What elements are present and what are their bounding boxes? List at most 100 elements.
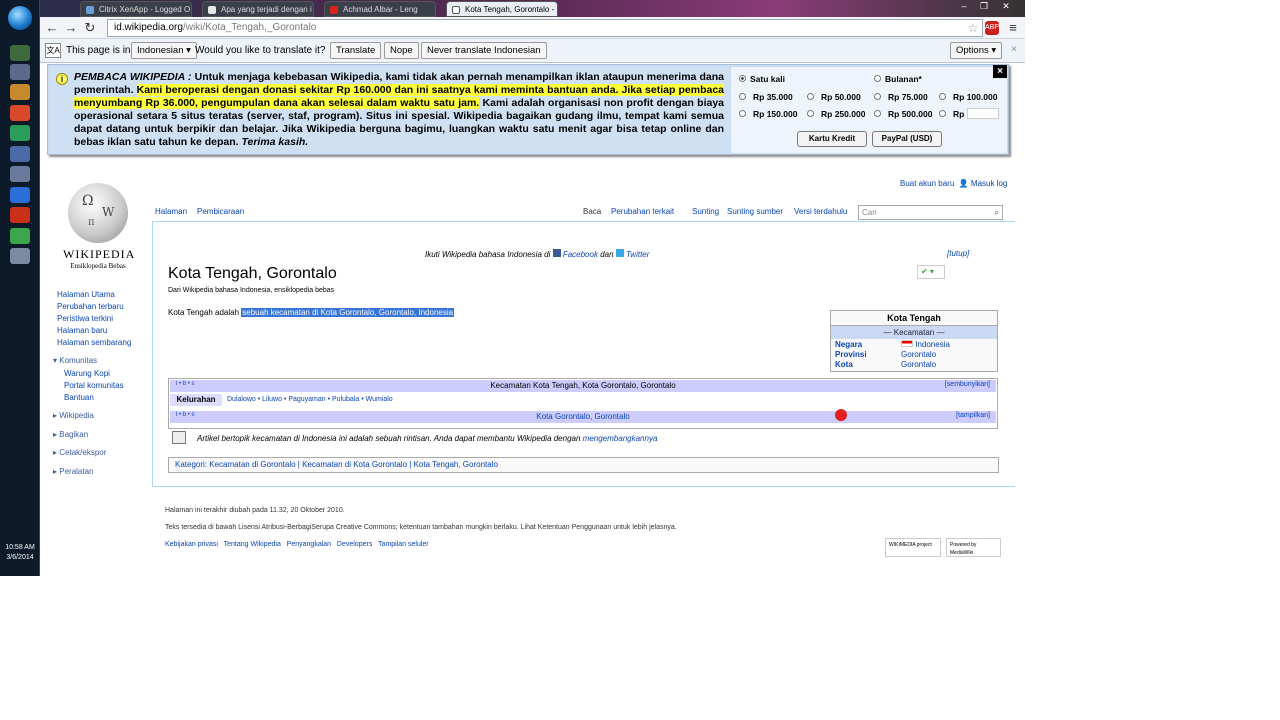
- tab-article[interactable]: Halaman: [155, 207, 187, 216]
- lead-selected-text[interactable]: sebuah kecamatan di Kota Gorontalo, Goro…: [241, 308, 455, 317]
- maximize-icon[interactable]: ❐: [976, 0, 992, 12]
- minimize-icon[interactable]: –: [956, 0, 972, 12]
- infobox-value[interactable]: Indonesia: [915, 340, 950, 349]
- tab-edit[interactable]: Sunting: [692, 207, 719, 216]
- sidebar-tools-heading[interactable]: ▸ Peralatan: [53, 467, 94, 476]
- category-link[interactable]: Kota Tengah, Gorontalo: [414, 460, 498, 469]
- radio-amount[interactable]: [807, 93, 814, 100]
- radio-amount[interactable]: [874, 110, 881, 117]
- tab-read[interactable]: Baca: [583, 207, 601, 216]
- sidebar-community-heading[interactable]: ▾ Komunitas: [53, 356, 97, 365]
- sidebar-wikipedia-heading[interactable]: ▸ Wikipedia: [53, 411, 94, 420]
- address-bar[interactable]: id.wikipedia.org/wiki/Kota_Tengah,_Goron…: [107, 19, 983, 37]
- taskbar-app-icon[interactable]: [10, 125, 30, 141]
- footer-mobile-link[interactable]: Tampilan seluler: [378, 541, 429, 548]
- create-account-link[interactable]: Buat akun baru: [900, 179, 954, 188]
- sidebar-new-pages[interactable]: Halaman baru: [57, 326, 107, 335]
- footer-about-link[interactable]: Tentang Wikipedia: [224, 541, 281, 548]
- language-select[interactable]: Indonesian ▾: [131, 42, 197, 59]
- sidebar-recent-changes[interactable]: Perubahan terbaru: [57, 302, 124, 311]
- close-notice-link[interactable]: [tutup]: [947, 249, 969, 258]
- nope-button[interactable]: Nope: [384, 42, 419, 59]
- navbox-list[interactable]: Dulalowo • Liluwo • Paguyaman • Pulubala…: [227, 396, 393, 403]
- login-link[interactable]: Masuk log: [971, 179, 1007, 188]
- never-translate-button[interactable]: Never translate Indonesian: [421, 42, 547, 59]
- browser-tab[interactable]: Citrix XenApp - Logged O: [80, 1, 192, 17]
- taskbar-app-icon[interactable]: [10, 146, 30, 162]
- ie-icon[interactable]: [10, 187, 30, 203]
- navbox2-title[interactable]: Kota Gorontalo, Gorontalo: [170, 412, 996, 421]
- footer-privacy-link[interactable]: Kebijakan privasi: [165, 541, 218, 548]
- radio-amount[interactable]: [739, 110, 746, 117]
- options-button[interactable]: Options ▾: [950, 42, 1003, 59]
- sidebar-village-pump[interactable]: Warung Kopi: [64, 369, 110, 378]
- navbox-hide-link[interactable]: [sembunyikan]: [945, 381, 990, 388]
- forward-icon[interactable]: →: [63, 20, 79, 36]
- tab-edit-source[interactable]: Sunting sumber: [727, 207, 783, 216]
- chrome-icon[interactable]: [10, 228, 30, 244]
- radio-once[interactable]: [739, 75, 746, 82]
- sidebar-print-heading[interactable]: ▸ Cetak/ekspor: [53, 448, 106, 457]
- tab-talk[interactable]: Pembicaraan: [197, 207, 244, 216]
- search-input[interactable]: Cari ⌕: [858, 205, 1003, 220]
- start-orb-icon[interactable]: [8, 6, 32, 30]
- category-label[interactable]: Kategori:: [175, 460, 207, 469]
- category-link[interactable]: Kecamatan di Kota Gorontalo: [302, 460, 407, 469]
- radio-amount[interactable]: [807, 110, 814, 117]
- browser-tab[interactable]: Apa yang terjadi dengan i: [202, 1, 314, 17]
- banner-text-1: Untuk menjaga kebebasan Wikipedia, kami …: [194, 71, 725, 83]
- navbox-show-link[interactable]: [tampilkan]: [956, 412, 990, 419]
- mediawiki-badge[interactable]: Powered by MediaWiki: [946, 538, 1001, 557]
- radio-amount[interactable]: [939, 93, 946, 100]
- stub-expand-link[interactable]: mengembangkannya: [583, 434, 658, 443]
- wikimedia-badge[interactable]: WIKIMEDIA project: [885, 538, 941, 557]
- tab-related-changes[interactable]: Perubahan terkait: [611, 207, 674, 216]
- taskbar-clock[interactable]: 10:58 AM 3/6/2014: [0, 543, 40, 563]
- sidebar-share-heading[interactable]: ▸ Bagikan: [53, 430, 88, 439]
- close-window-icon[interactable]: ✕: [998, 0, 1014, 12]
- category-link[interactable]: Kecamatan di Gorontalo: [209, 460, 295, 469]
- radio-monthly[interactable]: [874, 75, 881, 82]
- taskbar-app-icon[interactable]: [10, 248, 30, 264]
- taskbar-app-icon[interactable]: [10, 105, 30, 121]
- sidebar-random-page[interactable]: Halaman sembarang: [57, 338, 131, 347]
- translate-bar-close-icon[interactable]: ×: [1011, 44, 1017, 55]
- adblock-icon[interactable]: ABP: [985, 21, 999, 35]
- reload-icon[interactable]: ↻: [82, 20, 98, 36]
- browser-tab[interactable]: Achmad Albar - Leng: [324, 1, 436, 17]
- sidebar-current-events[interactable]: Peristiwa terkini: [57, 314, 113, 323]
- amount-label: Rp 75.000: [888, 92, 928, 102]
- sidebar-main-page[interactable]: Halaman Utama: [57, 290, 115, 299]
- taskbar-app-icon[interactable]: [10, 84, 30, 100]
- personal-tools: Buat akun baru 👤 Masuk log: [900, 179, 1007, 188]
- page-title: Kota Tengah, Gorontalo: [168, 265, 337, 282]
- menu-icon[interactable]: ≡: [1005, 20, 1021, 36]
- status-indicator-icon[interactable]: ✔ ▾: [917, 265, 945, 279]
- browser-tab-active[interactable]: Kota Tengah, Gorontalo -: [446, 1, 558, 17]
- radio-amount[interactable]: [739, 93, 746, 100]
- translate-button[interactable]: Translate: [330, 42, 382, 59]
- taskbar-app-icon[interactable]: [10, 207, 30, 223]
- back-icon[interactable]: ←: [44, 20, 60, 36]
- wikipedia-logo[interactable]: Ω W π WIKIPEDIA Ensiklopedia Bebas: [63, 183, 134, 270]
- radio-amount-other[interactable]: [939, 110, 946, 117]
- taskbar-app-icon[interactable]: [10, 166, 30, 182]
- tab-history[interactable]: Versi terdahulu: [794, 207, 847, 216]
- credit-card-button[interactable]: Kartu Kredit: [797, 131, 867, 147]
- search-icon[interactable]: ⌕: [995, 206, 999, 219]
- footer-disclaimer-link[interactable]: Penyangkalan: [287, 541, 331, 548]
- infobox-value[interactable]: Gorontalo: [901, 350, 936, 359]
- sidebar-community-portal[interactable]: Portal komunitas: [64, 381, 124, 390]
- footer-developers-link[interactable]: Developers: [337, 541, 372, 548]
- banner-close-icon[interactable]: ×: [993, 65, 1007, 78]
- sidebar-help[interactable]: Bantuan: [64, 393, 94, 402]
- paypal-button[interactable]: PayPal (USD): [872, 131, 942, 147]
- bookmark-star-icon[interactable]: ☆: [965, 20, 981, 36]
- infobox-value[interactable]: Gorontalo: [901, 360, 936, 369]
- taskbar-app-icon[interactable]: [10, 64, 30, 80]
- twitter-link[interactable]: Twitter: [626, 250, 649, 259]
- facebook-link[interactable]: Facebook: [563, 250, 598, 259]
- amount-other-input[interactable]: [967, 108, 999, 119]
- taskbar-app-icon[interactable]: [10, 45, 30, 61]
- radio-amount[interactable]: [874, 93, 881, 100]
